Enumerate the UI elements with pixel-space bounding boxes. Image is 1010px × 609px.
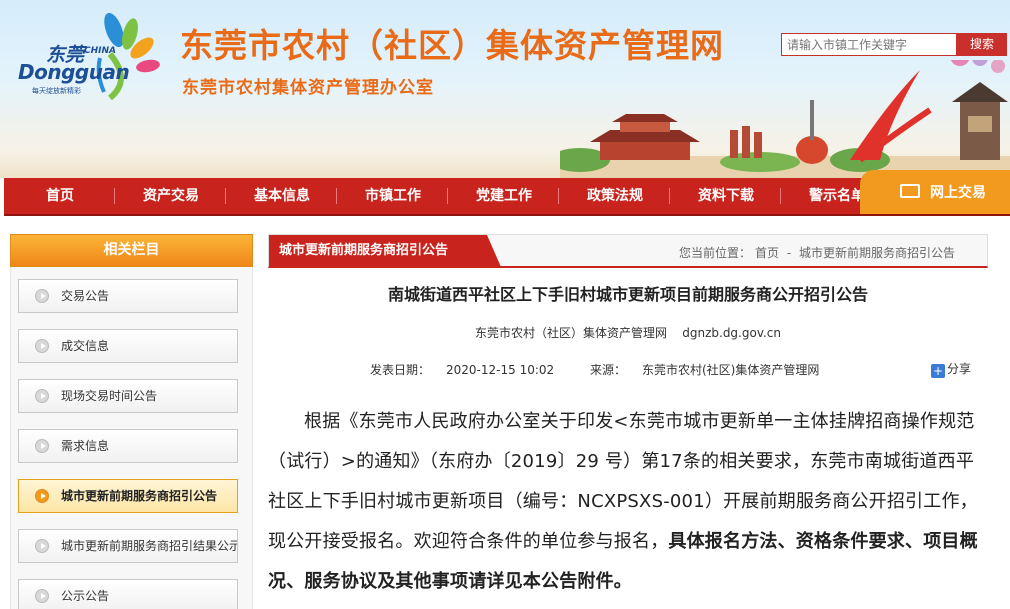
breadcrumb-separator: -: [783, 246, 795, 260]
logo-slogan: 每天绽放新精彩: [32, 87, 81, 95]
play-bullet-icon: [35, 539, 49, 553]
breadcrumb-current[interactable]: 城市更新前期服务商招引公告: [799, 246, 955, 260]
article-source-line: 东莞市农村（社区）集体资产管理网 dgnzb.dg.gov.cn: [474, 326, 782, 340]
breadcrumb: 您当前位置： 首页 - 城市更新前期服务商招引公告: [679, 244, 959, 261]
share-button[interactable]: + 分享: [931, 360, 971, 378]
sidebar-item-public-notice[interactable]: 公示公告: [18, 579, 238, 609]
section-tag: 城市更新前期服务商招引公告: [269, 235, 501, 267]
source-label: 来源：: [589, 363, 626, 377]
sidebar-item-label: 公示公告: [61, 589, 110, 603]
dongguan-logo[interactable]: 东莞 CHINA Dongguan 每天绽放新精彩: [14, 8, 164, 101]
sidebar-item-label: 交易公告: [61, 289, 110, 303]
nav-divider: [669, 188, 670, 204]
nav-policy[interactable]: 政策法规: [565, 178, 665, 214]
publish-date: 发表日期： 2020-12-15 10:02: [370, 363, 570, 377]
nav-divider: [558, 188, 559, 204]
breadcrumb-bar: 城市更新前期服务商招引公告 您当前位置： 首页 - 城市更新前期服务商招引公告: [268, 234, 988, 268]
sidebar-item-renewal-notice[interactable]: 城市更新前期服务商招引公告: [18, 479, 238, 513]
online-trade-label: 网上交易: [930, 185, 986, 201]
logo-en: Dongguan: [18, 60, 130, 84]
nav-divider: [447, 188, 448, 204]
sidebar-item-deal-info[interactable]: 成交信息: [18, 329, 238, 363]
monitor-icon: [900, 184, 920, 198]
plus-share-icon: +: [931, 364, 945, 378]
online-trade-button[interactable]: 网上交易: [860, 170, 1010, 214]
sidebar-item-trade-notice[interactable]: 交易公告: [18, 279, 238, 313]
sidebar-item-renewal-result[interactable]: 城市更新前期服务商招引结果公示: [18, 529, 238, 563]
share-label: 分享: [947, 362, 972, 376]
nav-basic-info[interactable]: 基本信息: [232, 178, 332, 214]
article-title: 南城街道西平社区上下手旧村城市更新项目前期服务商公开招引公告: [387, 285, 868, 304]
source-value: 东莞市农村(社区)集体资产管理网: [642, 363, 820, 377]
site-header: 东莞 CHINA Dongguan 每天绽放新精彩 东莞市农村（社区）集体资产管…: [0, 0, 1010, 178]
search-button[interactable]: 搜索: [957, 33, 1007, 56]
sidebar-item-label: 城市更新前期服务商招引结果公示: [61, 539, 238, 553]
publish-value: 2020-12-15 10:02: [446, 363, 555, 377]
play-bullet-icon: [35, 489, 49, 503]
sidebar-title: 相关栏目: [10, 234, 253, 267]
breadcrumb-home[interactable]: 首页: [755, 246, 779, 260]
breadcrumb-prefix: 您当前位置：: [678, 246, 751, 260]
play-bullet-icon: [35, 389, 49, 403]
nav-divider: [336, 188, 337, 204]
nav-divider: [225, 188, 226, 204]
publish-label: 发表日期：: [370, 363, 431, 377]
city-scenery-illustration: [560, 60, 1010, 178]
sidebar-item-onsite-schedule[interactable]: 现场交易时间公告: [18, 379, 238, 413]
sidebar-item-label: 城市更新前期服务商招引公告: [61, 489, 218, 503]
site-subtitle: 东莞市农村集体资产管理办公室: [182, 78, 434, 98]
logo-china: CHINA: [84, 46, 116, 56]
article-body: 根据《东莞市人民政府办公室关于印发<东莞市城市更新单一主体挂牌招商操作规范（试行…: [268, 402, 980, 602]
article-source: 来源： 东莞市农村(社区)集体资产管理网: [590, 363, 835, 377]
nav-home[interactable]: 首页: [10, 178, 110, 214]
nav-party-work[interactable]: 党建工作: [454, 178, 554, 214]
nav-asset-trade[interactable]: 资产交易: [121, 178, 221, 214]
article-meta: 发表日期： 2020-12-15 10:02 来源： 东莞市农村(社区)集体资产管理…: [370, 361, 851, 378]
nav-divider: [780, 188, 781, 204]
nav-town-work[interactable]: 市镇工作: [343, 178, 443, 214]
search-input[interactable]: [781, 33, 957, 56]
nav-downloads[interactable]: 资料下载: [676, 178, 776, 214]
sidebar-item-label: 成交信息: [61, 339, 110, 353]
sidebar-item-demand-info[interactable]: 需求信息: [18, 429, 238, 463]
sidebar-item-label: 现场交易时间公告: [61, 389, 158, 403]
play-bullet-icon: [35, 589, 49, 603]
play-bullet-icon: [35, 289, 49, 303]
sidebar-item-label: 需求信息: [61, 439, 110, 453]
play-bullet-icon: [35, 439, 49, 453]
play-bullet-icon: [35, 339, 49, 353]
nav-divider: [114, 188, 115, 204]
